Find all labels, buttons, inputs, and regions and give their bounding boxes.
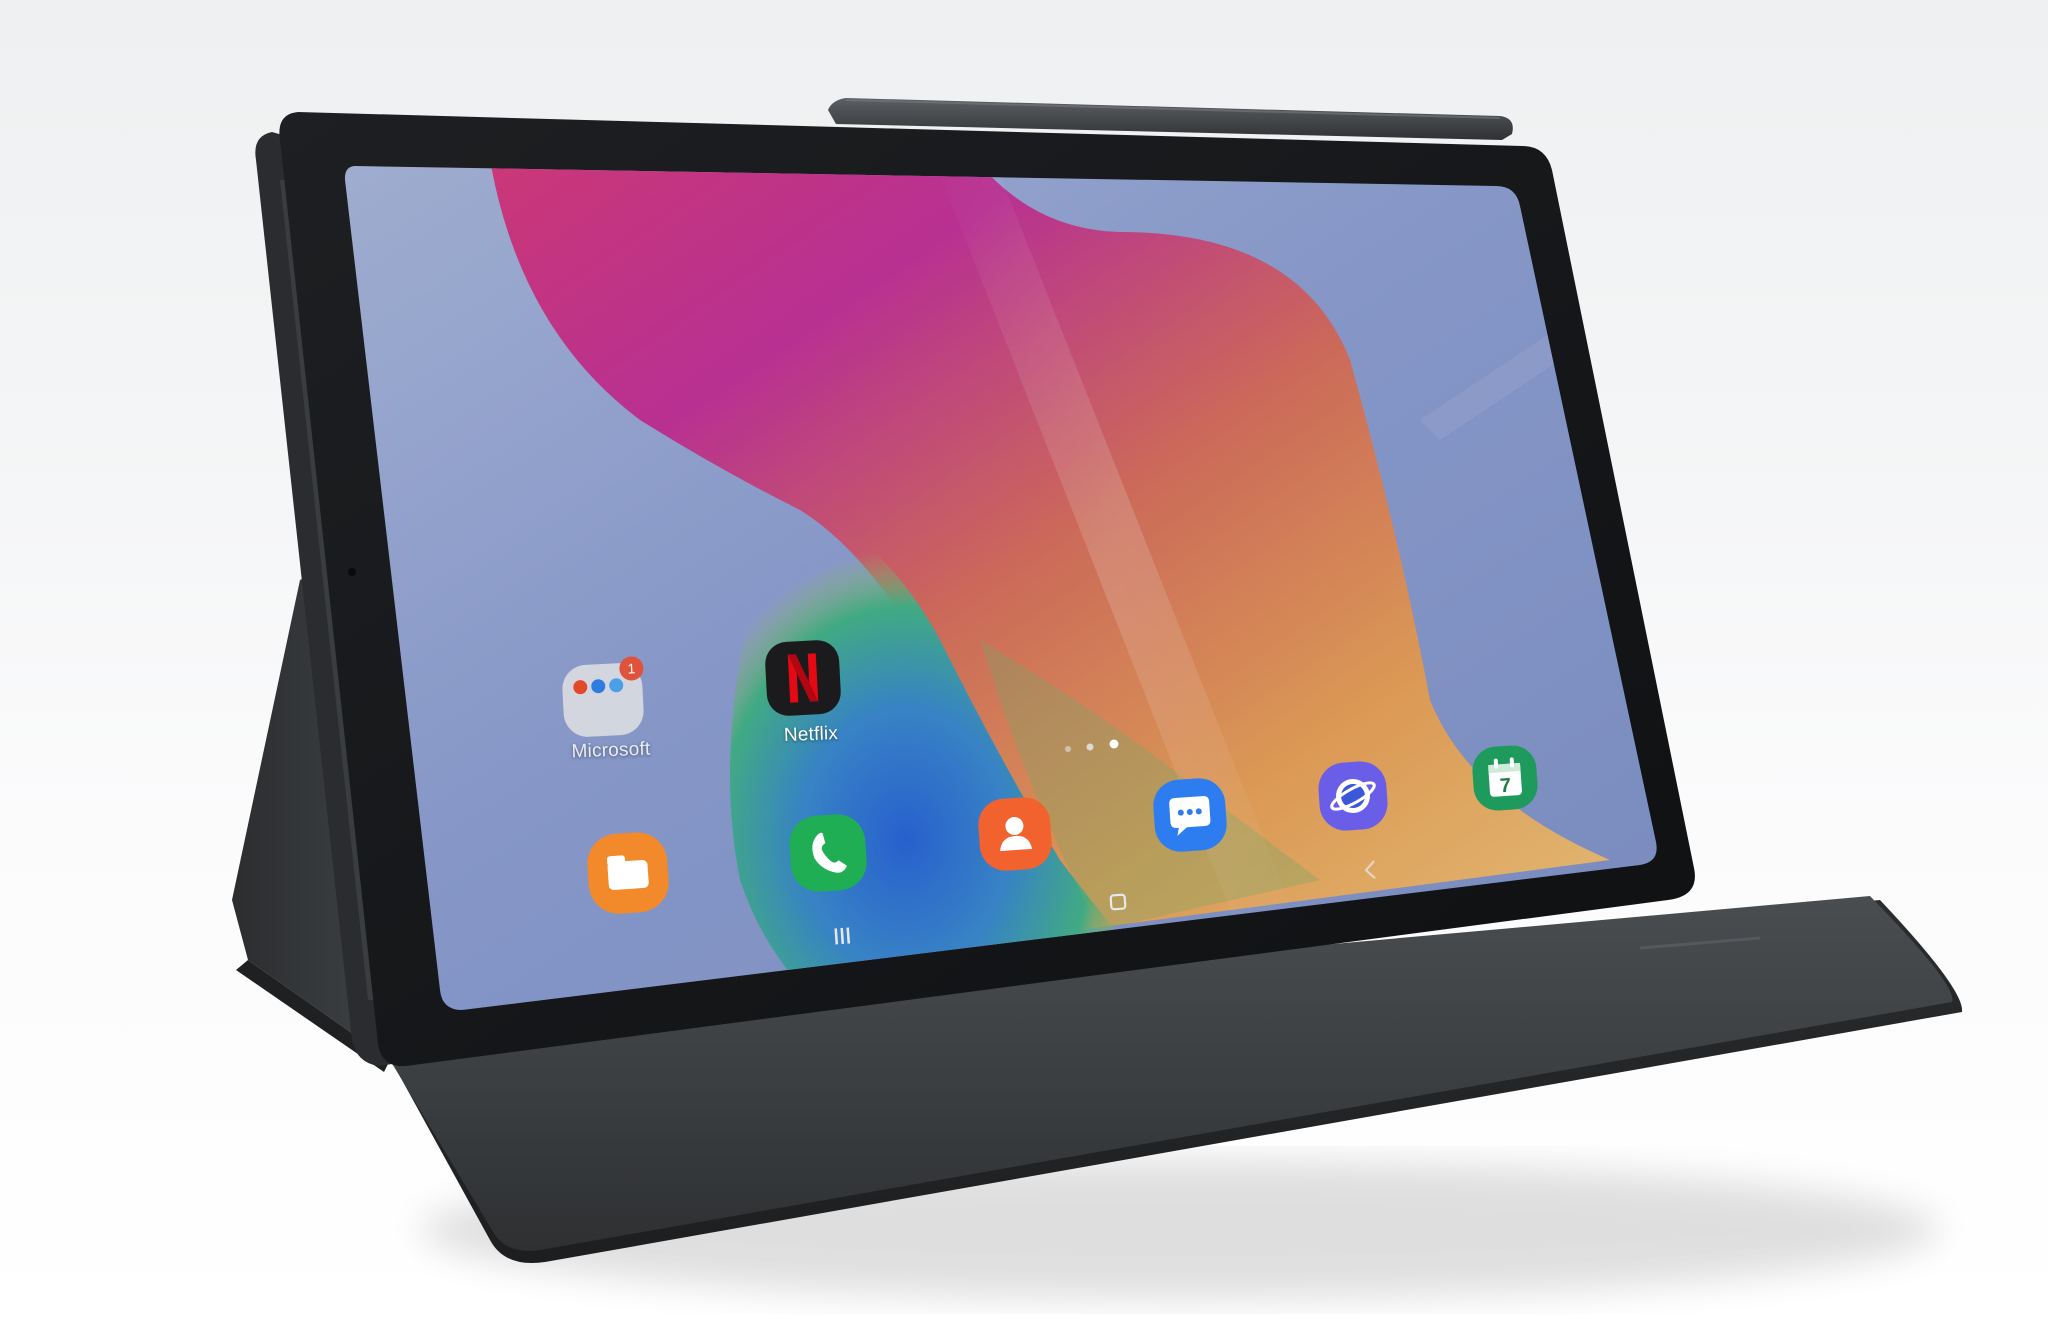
my-files-app[interactable] [585, 830, 670, 915]
tablet [255, 112, 1695, 1067]
folder-badge-count: 1 [627, 660, 636, 676]
netflix-app[interactable] [764, 639, 842, 717]
messages-app[interactable] [1152, 777, 1229, 854]
page-dot-current [1109, 739, 1119, 749]
photo-scene: 1 7 [232, 98, 1963, 1300]
internet-app[interactable] [1317, 760, 1390, 833]
microsoft-folder-label: Microsoft [571, 738, 651, 763]
page-dot [1065, 746, 1071, 752]
calendar-app[interactable]: 7 [1471, 744, 1539, 812]
calendar-day: 7 [1499, 775, 1512, 798]
contacts-app[interactable] [977, 796, 1054, 873]
camera-icon [348, 568, 356, 576]
netflix-label: Netflix [783, 723, 839, 746]
phone-app[interactable] [787, 812, 868, 893]
page-dot [1086, 743, 1094, 751]
recents-icon[interactable] [834, 927, 851, 945]
